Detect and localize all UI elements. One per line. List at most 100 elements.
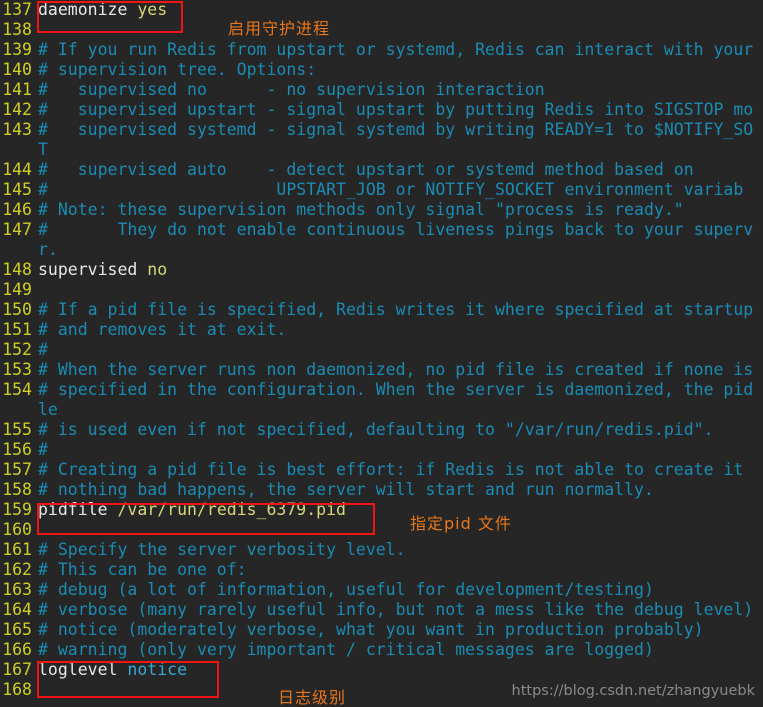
code-line: 150 # If a pid file is specified, Redis w… (0, 300, 763, 320)
code-token: # UPSTART_JOB or NOTIFY_SOCKET environme… (38, 180, 744, 199)
code-token: # supervised systemd - signal systemd by… (38, 120, 754, 139)
line-number: 165 (2, 620, 32, 639)
code-line-text: # supervision tree. Options: (38, 60, 316, 80)
config-file-text-area[interactable]: 137 daemonize yes 138 139 # If you run Redis… (0, 0, 763, 707)
watermark: https://blog.csdn.net/zhangyuebk (511, 683, 755, 699)
code-token: # supervised upstart - signal upstart by… (38, 100, 754, 119)
code-line: 162 # This can be one of: (0, 560, 763, 580)
code-token: # notice (moderately verbose, what you w… (38, 620, 704, 639)
code-line: 164 # verbose (many rarely useful info, b… (0, 600, 763, 620)
code-token: # debug (a lot of information, useful fo… (38, 580, 654, 599)
line-number: 152 (2, 340, 32, 359)
code-line-text: # If a pid file is specified, Redis writ… (38, 300, 753, 320)
line-number: 167 (2, 660, 32, 679)
code-line-text: # Note: these supervision methods only s… (38, 200, 684, 220)
code-token: # supervision tree. Options: (38, 60, 317, 79)
line-number: 144 (2, 160, 32, 179)
code-line-text: # warning (only very important / critica… (38, 640, 654, 660)
line-number: 142 (2, 100, 32, 119)
code-line-text: # They do not enable continuous liveness… (38, 220, 753, 240)
code-line: 159 pidfile /var/run/redis_6379.pid (0, 500, 763, 520)
code-line-text: # This can be one of: (38, 560, 247, 580)
code-line: 148 supervised no (0, 260, 763, 280)
line-number: 149 (2, 280, 32, 299)
line-number: 154 (2, 380, 32, 399)
line-number: 150 (2, 300, 32, 319)
code-token: # If you run Redis from upstart or syste… (38, 40, 754, 59)
line-number: 168 (2, 680, 32, 699)
line-number: 162 (2, 560, 32, 579)
code-line-text: # When the server runs non daemonized, n… (38, 360, 753, 380)
code-line-text: # supervised no - no supervision interac… (38, 80, 545, 100)
code-token: le (38, 400, 58, 419)
code-line-text: # UPSTART_JOB or NOTIFY_SOCKET environme… (38, 180, 743, 200)
annotation-pidfile: 指定pid 文件 (410, 514, 512, 533)
code-line: 154 # specified in the configuration. Whe… (0, 380, 763, 400)
code-token: # and removes it at exit. (38, 320, 287, 339)
code-line: 142 # supervised upstart - signal upstart… (0, 100, 763, 120)
line-number: 140 (2, 60, 32, 79)
code-line: 144 # supervised auto - detect upstart or… (0, 160, 763, 180)
code-token: # Specify the server verbosity level. (38, 540, 406, 559)
code-token: # When the server runs non daemonized, n… (38, 360, 754, 379)
line-number: 166 (2, 640, 32, 659)
code-line: 151 # and removes it at exit. (0, 320, 763, 340)
code-line: 146 # Note: these supervision methods onl… (0, 200, 763, 220)
code-line-text: # is used even if not specified, default… (38, 420, 714, 440)
line-number: 138 (2, 20, 32, 39)
line-number: 151 (2, 320, 32, 339)
code-line: 165 # notice (moderately verbose, what yo… (0, 620, 763, 640)
code-token: # verbose (many rarely useful info, but … (38, 600, 754, 619)
code-line-text: pidfile /var/run/redis_6379.pid (38, 500, 346, 520)
code-token: daemonize (38, 0, 138, 19)
line-number: 158 (2, 480, 32, 499)
code-token: # warning (only very important / critica… (38, 640, 654, 659)
code-token: pidfile (38, 500, 118, 519)
code-line: 166 # warning (only very important / crit… (0, 640, 763, 660)
code-line: 155 # is used even if not specified, defa… (0, 420, 763, 440)
line-number: 161 (2, 540, 32, 559)
code-line-text: # Creating a pid file is best effort: if… (38, 460, 743, 480)
code-line: 152 # (0, 340, 763, 360)
code-line: 143 # supervised systemd - signal systemd… (0, 120, 763, 140)
code-token: T (38, 140, 48, 159)
code-line-text: # Specify the server verbosity level. (38, 540, 406, 560)
line-number: 143 (2, 120, 32, 139)
line-number: 159 (2, 500, 32, 519)
code-line: r. (0, 240, 763, 260)
code-token: supervised (38, 260, 148, 279)
code-token: /var/run/redis_6379.pid (117, 500, 346, 519)
line-number: 160 (2, 520, 32, 539)
code-line-text: r. (38, 240, 58, 260)
code-line-text: # supervised upstart - signal upstart by… (38, 100, 753, 120)
code-line: T (0, 140, 763, 160)
terminal-screen: 137 daemonize yes 138 139 # If you run Redis… (0, 0, 763, 707)
line-number: 145 (2, 180, 32, 199)
code-line-text: # and removes it at exit. (38, 320, 286, 340)
code-token: # (38, 440, 48, 459)
code-line-text: # specified in the configuration. When t… (38, 380, 753, 400)
code-line: 137 daemonize yes (0, 0, 763, 20)
code-token: yes (137, 0, 168, 19)
code-token: # If a pid file is specified, Redis writ… (38, 300, 754, 319)
code-line-text: # If you run Redis from upstart or syste… (38, 40, 753, 60)
line-number: 153 (2, 360, 32, 379)
code-token: # (38, 340, 48, 359)
code-line: 160 (0, 520, 763, 540)
code-line-text: T (38, 140, 48, 160)
line-number: 164 (2, 600, 32, 619)
line-number: 146 (2, 200, 32, 219)
line-number: 137 (2, 0, 32, 19)
line-number: 148 (2, 260, 32, 279)
code-line-text: # nothing bad happens, the server will s… (38, 480, 654, 500)
line-number: 147 (2, 220, 32, 239)
code-line-text: daemonize yes (38, 0, 167, 20)
code-line-text: supervised no (38, 260, 167, 280)
code-line: 140 # supervision tree. Options: (0, 60, 763, 80)
code-line: le (0, 400, 763, 420)
code-token: loglevel (38, 660, 128, 679)
code-token: # supervised auto - detect upstart or sy… (38, 160, 694, 179)
line-number: 155 (2, 420, 32, 439)
code-token: # nothing bad happens, the server will s… (38, 480, 654, 499)
code-line: 156 # (0, 440, 763, 460)
